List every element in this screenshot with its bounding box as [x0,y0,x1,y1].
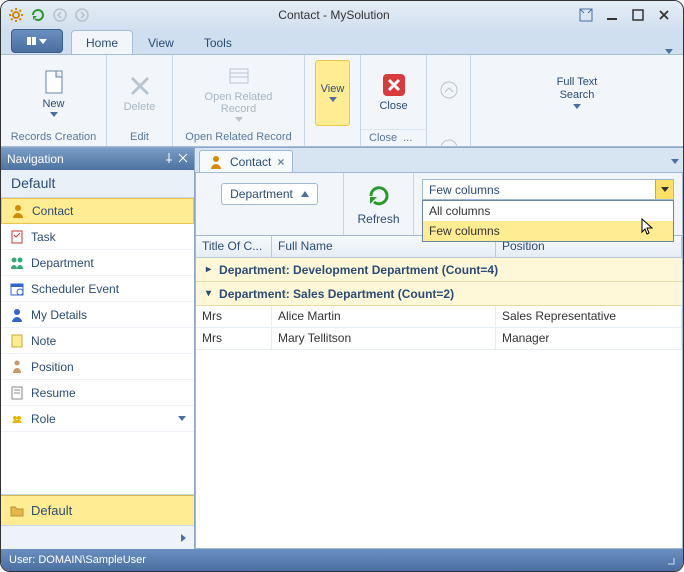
ribbon-collapse-icon[interactable] [665,49,673,54]
doc-tab-close-icon[interactable]: × [277,155,284,169]
status-user: User: DOMAIN\SampleUser [9,554,146,566]
window-layout-icon[interactable] [577,6,595,24]
data-grid[interactable]: Title Of C... Full Name Position Departm… [195,236,683,549]
folder-icon [9,503,25,519]
nav-forward-icon[interactable] [73,6,91,24]
resume-icon [9,385,25,401]
view-button-label: View [321,83,345,95]
refresh-label: Refresh [357,212,399,226]
nav-pane-title: Navigation [1,148,194,170]
window-title: Contact - MySolution [91,8,577,22]
full-text-search-button[interactable]: Full Text Search [537,60,617,126]
role-icon [9,411,25,427]
nav-item-scheduler[interactable]: Scheduler Event [1,276,194,302]
refresh-icon[interactable] [29,6,47,24]
document-new-icon [40,68,68,96]
refresh-button[interactable]: Refresh [344,173,414,235]
ribbon: New Records Creation Delete Edit Open Re… [1,55,683,147]
ribbon-group-related: Open Related Record [173,128,304,146]
delete-button-label: Delete [124,101,156,113]
ribbon-tabs: Home View Tools [1,29,683,55]
nav-item-note[interactable]: Note [1,328,194,354]
delete-button: Delete [117,60,162,126]
note-icon [9,333,25,349]
doc-tab-contact[interactable]: Contact × [199,150,293,172]
tab-tools[interactable]: Tools [189,30,247,54]
full-text-search-label: Full Text Search [557,76,598,102]
contact-icon [10,203,26,219]
view-button[interactable]: View [315,60,350,126]
task-icon [9,229,25,245]
view-mode-dropdown[interactable]: All columns Few columns [422,200,674,242]
group-by-department[interactable]: Department [221,183,318,205]
tab-view[interactable]: View [133,30,189,54]
tab-home[interactable]: Home [71,30,133,54]
nav-item-position[interactable]: Position [1,354,194,380]
doc-tabs-menu-icon[interactable] [671,159,679,164]
group-sales[interactable]: Department: Sales Department (Count=2) [196,282,682,306]
combo-dropdown-icon[interactable] [655,180,673,199]
option-few-columns[interactable]: Few columns [423,221,673,241]
ribbon-group-edit: Edit [107,128,172,146]
titlebar: Contact - MySolution [1,1,683,29]
col-title[interactable]: Title Of C... [196,236,272,257]
nav-item-resume[interactable]: Resume [1,380,194,406]
open-related-label: Open Related Record [205,91,273,115]
nav-close-icon[interactable] [178,152,188,166]
department-icon [9,255,25,271]
sort-asc-icon [301,191,309,197]
nav-overflow-button[interactable] [1,525,194,549]
group-development[interactable]: Department: Development Department (Coun… [196,258,682,282]
resize-grip-icon[interactable] [663,553,675,568]
document-tabs: Contact × [195,148,683,172]
nav-item-task[interactable]: Task [1,224,194,250]
contact-tab-icon [208,154,224,170]
nav-item-mydetails[interactable]: My Details [1,302,194,328]
calendar-icon [9,281,25,297]
group-filter-area: Department [196,173,344,235]
ribbon-group-records: Records Creation [1,128,106,146]
nav-back-icon[interactable] [51,6,69,24]
open-related-button: Open Related Record [189,60,289,126]
close-more-button[interactable]: Close ... [361,129,426,146]
status-bar: User: DOMAIN\SampleUser [1,549,683,571]
combo-value: Few columns [429,183,500,197]
new-button-label: New [42,98,64,110]
person-icon [9,307,25,323]
position-icon [9,359,25,375]
nav-item-role[interactable]: Role [1,406,194,432]
minimize-icon[interactable] [603,6,621,24]
option-all-columns[interactable]: All columns [423,201,673,221]
view-toolbar: Department Refresh Few columns [195,172,683,236]
content: Navigation Default Contact Task Departme… [1,147,683,549]
nav-header: Default [1,170,194,198]
main-area: Contact × Department Refresh [195,148,683,549]
related-record-icon [226,63,252,89]
refresh-large-icon [365,182,393,210]
nav-panel: Navigation Default Contact Task Departme… [1,148,195,549]
nav-item-department[interactable]: Department [1,250,194,276]
nav-list[interactable]: Contact Task Department Scheduler Event … [1,198,194,495]
app-menu-button[interactable] [11,29,63,53]
close-button-label: Close [379,100,407,112]
close-button[interactable]: Close [366,65,422,119]
maximize-icon[interactable] [629,6,647,24]
nav-group-default[interactable]: Default [1,495,194,525]
table-row[interactable]: Mrs Alice Martin Sales Representative [196,306,682,328]
chevron-down-icon[interactable] [178,416,186,421]
delete-x-icon [127,73,153,99]
nav-item-contact[interactable]: Contact [1,198,194,224]
nav-pane-title-text: Navigation [7,152,64,166]
view-mode-combo[interactable]: Few columns [422,179,674,200]
settings-gear-icon[interactable] [7,6,25,24]
app-window: Contact - MySolution Home View Tools New… [0,0,684,572]
table-row[interactable]: Mrs Mary Tellitson Manager [196,328,682,350]
new-button[interactable]: New [14,60,94,126]
pin-icon[interactable] [164,152,174,166]
close-red-icon [381,72,407,98]
close-window-icon[interactable] [655,6,673,24]
circle-up-icon [439,80,459,100]
chevron-right-icon [181,534,186,542]
